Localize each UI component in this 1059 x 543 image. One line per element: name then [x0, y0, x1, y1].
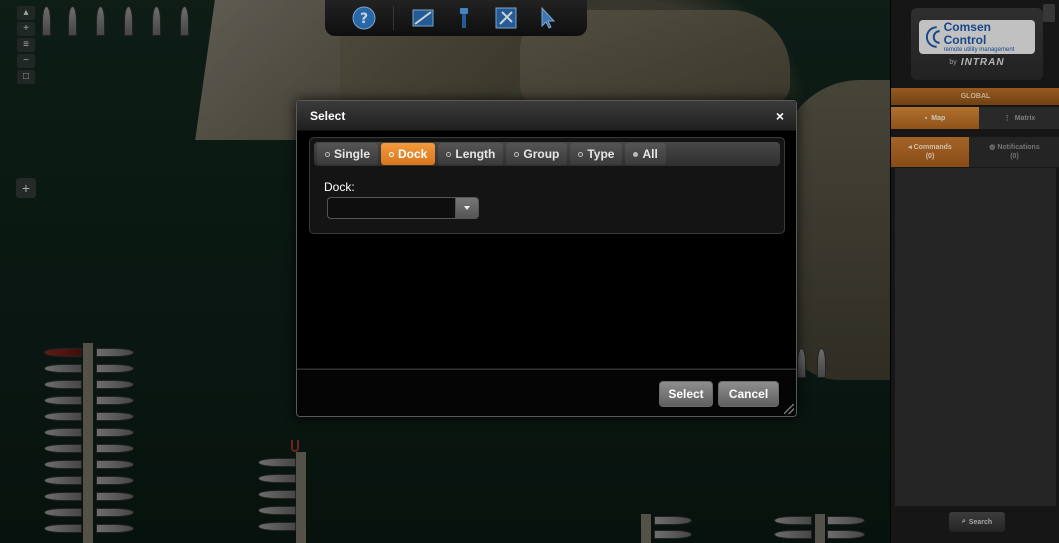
app-window: ▴ + ≡ − □ + ? Comsen Control remote util…	[0, 0, 1059, 543]
radio-dot-icon	[633, 151, 639, 157]
radio-dot-icon	[389, 151, 395, 157]
close-icon[interactable]: ×	[772, 108, 788, 124]
footer-divider	[297, 368, 796, 370]
dropdown-button[interactable]	[455, 197, 479, 219]
dialog-footer: Select Cancel	[297, 371, 796, 416]
tab-single[interactable]: Single	[317, 143, 379, 165]
tab-length[interactable]: Length	[438, 143, 504, 165]
tab-type[interactable]: Type	[570, 143, 623, 165]
dialog-header[interactable]: Select ×	[297, 101, 796, 131]
tab-length-label: Length	[455, 147, 496, 161]
tab-dock-label: Dock	[398, 147, 428, 161]
cancel-button[interactable]: Cancel	[718, 381, 779, 407]
tab-group-label: Group	[523, 147, 560, 161]
radio-dot-icon	[578, 151, 584, 157]
select-button[interactable]: Select	[659, 381, 713, 407]
tab-dock[interactable]: Dock	[381, 143, 436, 165]
dock-field-label: Dock:	[324, 180, 355, 194]
resize-grip-icon[interactable]	[784, 404, 794, 414]
select-dialog: Select × Single Dock Length Group Type A…	[296, 100, 797, 417]
selection-tabs: Single Dock Length Group Type All	[314, 142, 780, 166]
tab-all-label: All	[642, 147, 658, 161]
tab-group[interactable]: Group	[506, 143, 568, 165]
dock-select[interactable]	[327, 197, 479, 219]
tab-all[interactable]: All	[625, 143, 666, 165]
tab-type-label: Type	[587, 147, 615, 161]
radio-dot-icon	[514, 151, 520, 157]
chevron-down-icon	[464, 206, 470, 210]
radio-dot-icon	[446, 151, 452, 157]
dialog-title: Select	[310, 109, 346, 123]
dock-select-value[interactable]	[327, 197, 455, 219]
tab-single-label: Single	[334, 147, 371, 161]
dialog-body: Single Dock Length Group Type All Dock:	[309, 137, 785, 234]
radio-dot-icon	[325, 151, 330, 157]
